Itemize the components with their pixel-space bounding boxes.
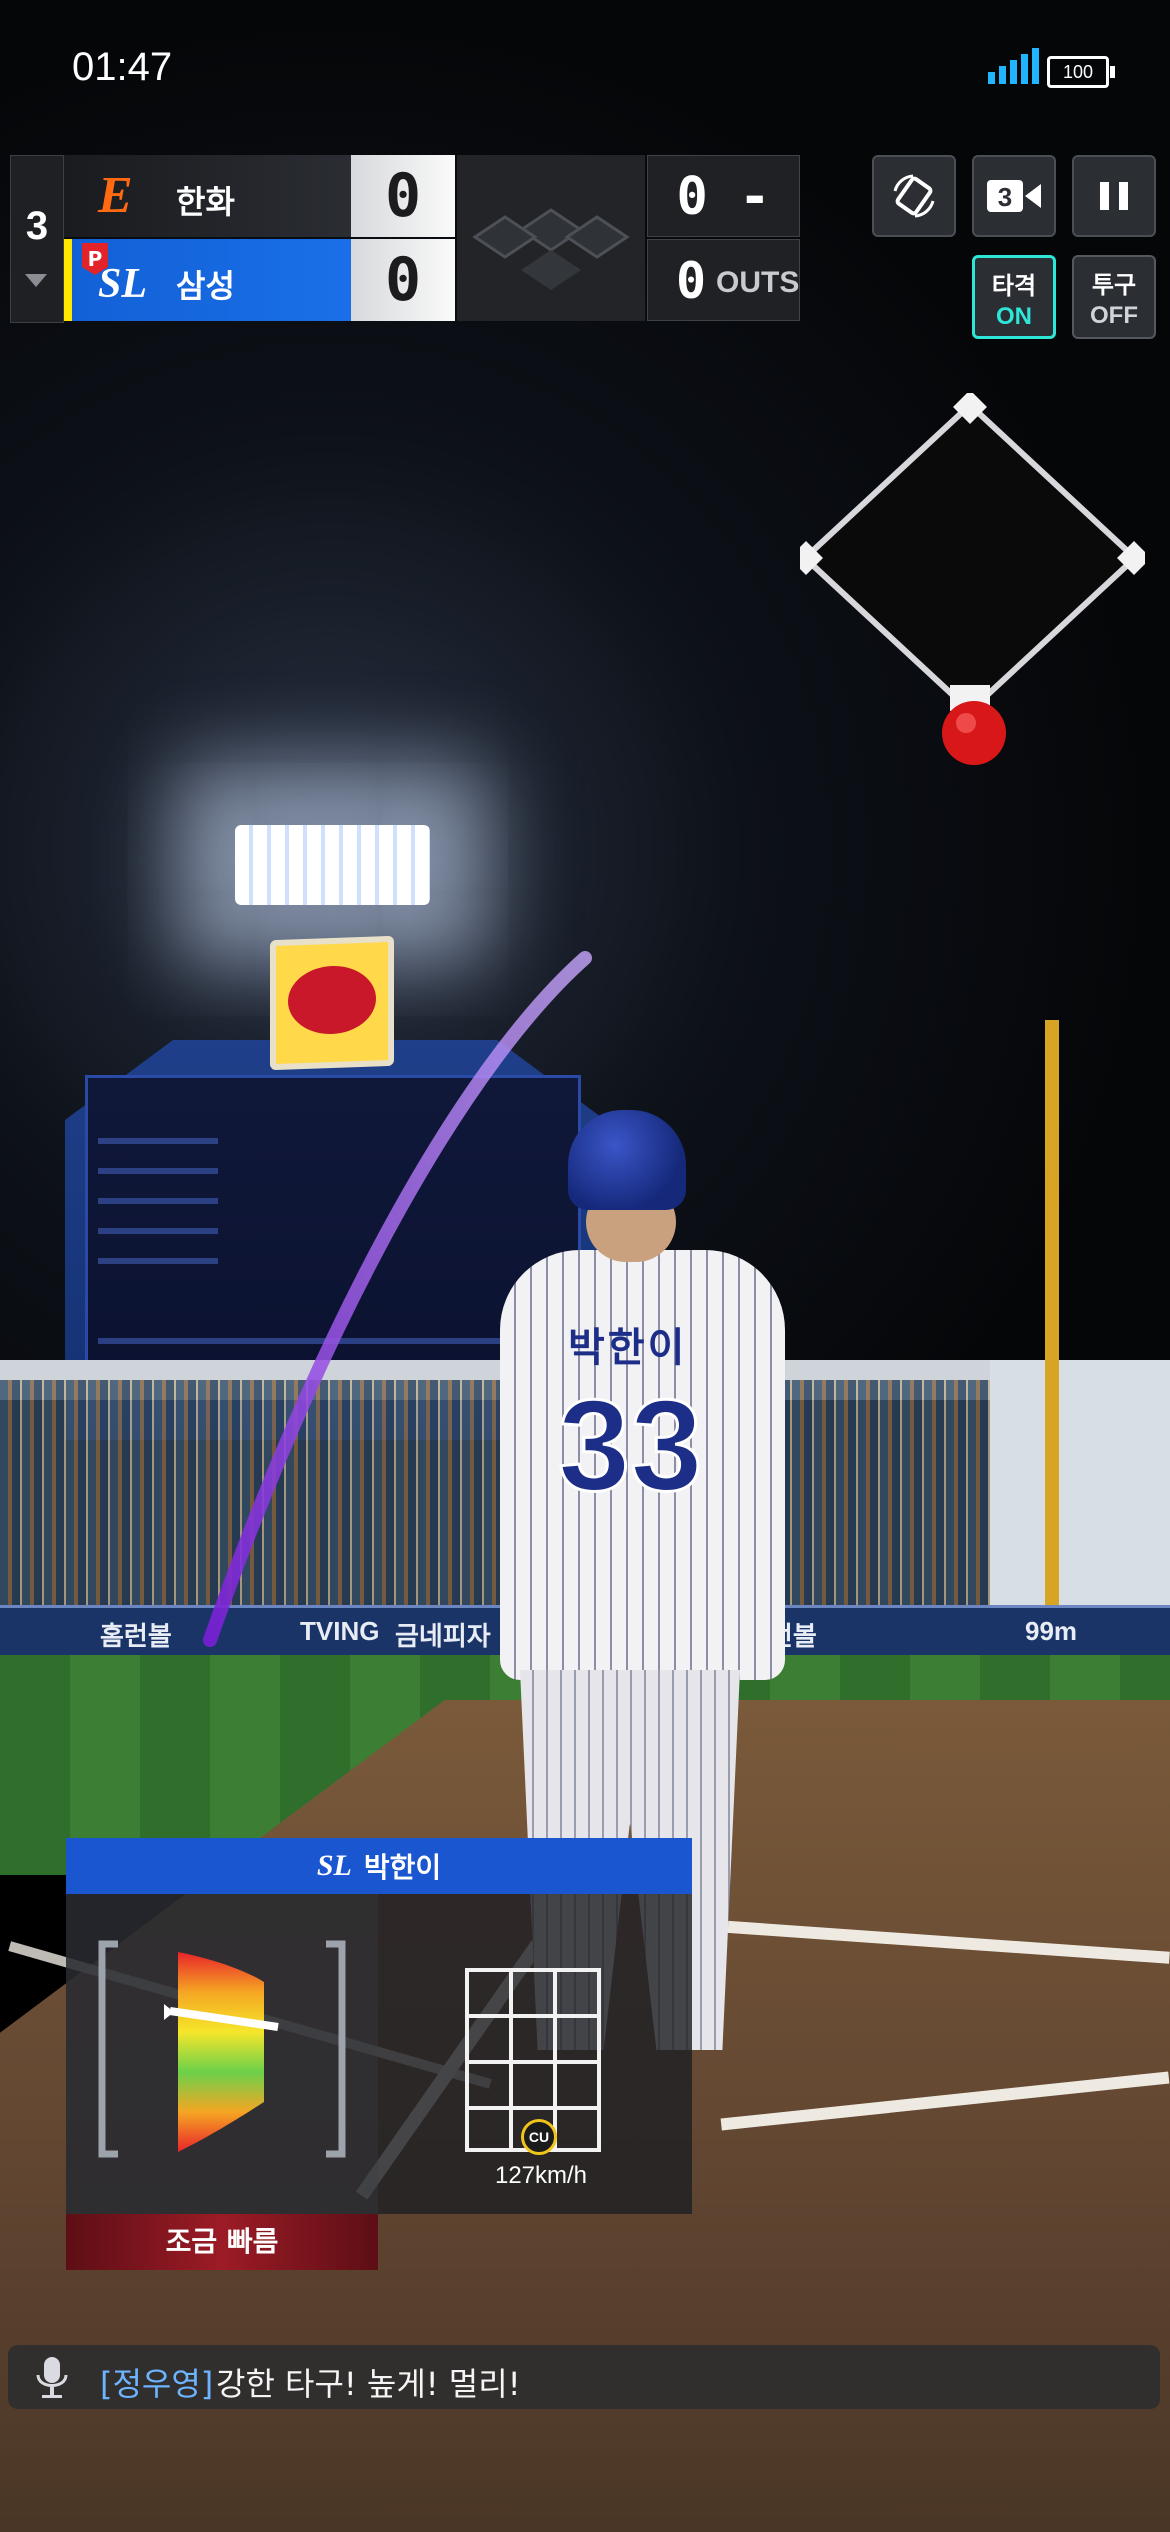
home-team-name: 삼성 (176, 267, 235, 305)
camera-rotate-button[interactable] (872, 155, 956, 237)
lions-logo-icon: SL (316, 1849, 352, 1882)
game-scoreboard: 3 E 한화 SL P 삼성 0 0 0 - 0 0 OUTS (10, 155, 800, 323)
camera-icon: 3 (987, 180, 1041, 212)
battery-icon: 100 (1047, 56, 1115, 88)
home-team-score: 0 (351, 239, 455, 321)
timing-meter (66, 1894, 378, 2214)
jersey-number: 33 (557, 1371, 705, 1520)
status-time: 01:47 (72, 45, 173, 89)
home-team-row: SL P 삼성 (64, 239, 351, 321)
panel-header: SL 박한이 (66, 1838, 692, 1894)
pitch-location-marker: CU (521, 2119, 557, 2155)
pause-icon (1100, 182, 1128, 210)
inning-number: 3 (25, 204, 49, 248)
toggle-state: OFF (1090, 302, 1138, 329)
outs-count: 0 (676, 252, 707, 310)
outs-indicator: 0 OUTS (647, 239, 800, 321)
commentator-name: [정우영] (100, 2365, 214, 2403)
signal-icon (988, 48, 1039, 84)
camera-view-button[interactable]: 3 (972, 155, 1056, 237)
bases-indicator (457, 155, 645, 321)
pitch-speed: 127km/h (494, 2162, 588, 2189)
toggle-label: 타격 (991, 272, 1037, 300)
field-minimap (800, 393, 1145, 765)
camera-view-number: 3 (998, 182, 1012, 212)
timing-meter-graphic (98, 1940, 346, 2158)
batting-auto-toggle[interactable]: 타격 ON (972, 255, 1056, 339)
away-team-name: 한화 (176, 183, 235, 221)
batter-name: 박한이 (363, 1851, 442, 1884)
inning-indicator: 3 (10, 155, 64, 323)
pitching-auto-toggle[interactable]: 투구 OFF (1072, 255, 1156, 339)
ball-strike-count: 0 - 0 (647, 155, 800, 309)
jersey-name: 박한이 (568, 1325, 688, 1371)
down-triangle-icon (25, 274, 47, 287)
commentary-bar: [정우영] 강한 타구! 높게! 멀리! (8, 2345, 1160, 2409)
eagles-logo-icon: E (98, 167, 133, 224)
toggle-label: 투구 (1091, 271, 1137, 299)
timing-result: 조금 빠름 (66, 2214, 378, 2270)
microphone-icon (36, 2357, 68, 2398)
away-team-row: E 한화 (64, 155, 351, 237)
bases-diamond-icon (472, 208, 630, 290)
outs-label: OUTS (716, 266, 800, 299)
away-team-score: 0 (351, 155, 455, 237)
batter-marker-icon (942, 701, 1006, 765)
batter-helmet (568, 1110, 686, 1210)
pause-button[interactable] (1072, 155, 1156, 237)
commentary-text: 강한 타구! 높게! 멀리! (216, 2365, 521, 2403)
rotate-icon (893, 174, 935, 218)
toggle-state: ON (996, 303, 1032, 330)
